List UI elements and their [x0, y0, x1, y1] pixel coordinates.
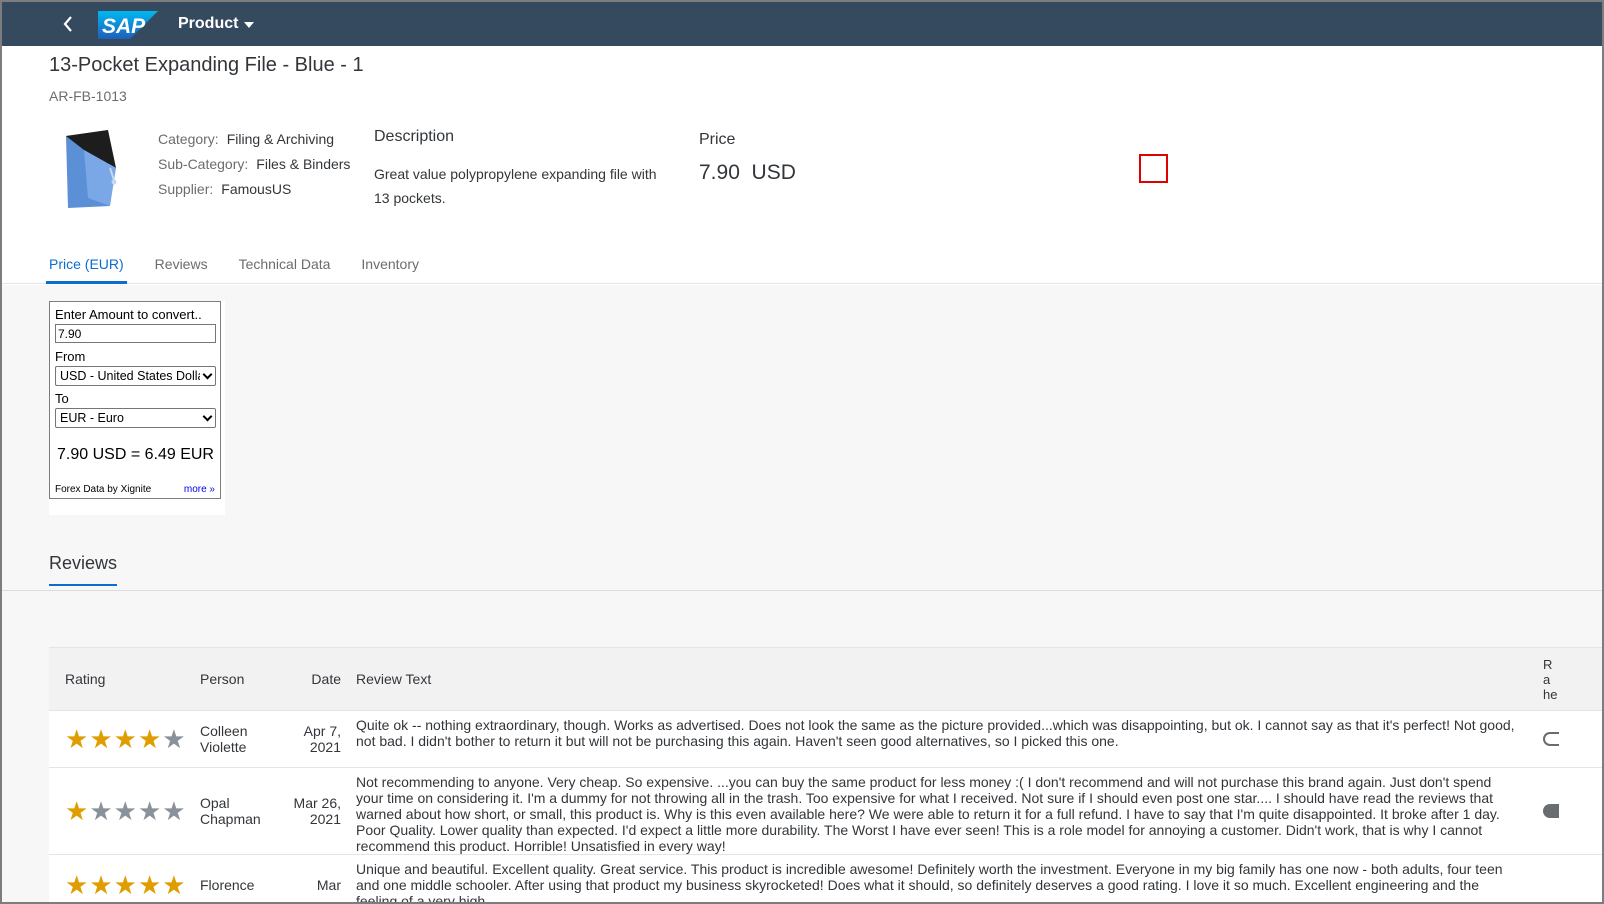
- price-value: 7.90 USD: [699, 161, 796, 184]
- description-block: Description Great value polypropylene ex…: [374, 128, 674, 210]
- price-title: Price: [699, 131, 736, 148]
- currency-converter: Enter Amount to convert.. From USD - Uni…: [49, 301, 221, 499]
- app-frame: SAP Product 13-Pocket Expanding File - B…: [0, 0, 1604, 904]
- product-id: AR-FB-1013: [49, 88, 127, 104]
- description-title: Description: [374, 128, 455, 145]
- helpful-cell: [1529, 768, 1559, 854]
- date-cell: Mar 26, 2021: [293, 795, 341, 827]
- page-title: 13-Pocket Expanding File - Blue - 1: [49, 54, 364, 76]
- product-attributes: Category: Filing & Archiving Sub-Categor…: [158, 131, 350, 206]
- to-label: To: [55, 391, 69, 406]
- reviews-table: Rating Person Date Review Text Ra he ★ ★ ★…: [49, 647, 1602, 904]
- star-empty-icon: ★: [162, 796, 186, 826]
- table-row[interactable]: ★ ★ ★ ★ ★ Florence Mar Unique and beautiful.…: [49, 855, 1602, 904]
- star-filled-icon: ★: [89, 724, 113, 754]
- sap-logo: SAP: [98, 11, 158, 39]
- highlight-box: [1139, 154, 1168, 183]
- chevron-down-icon: [202, 369, 213, 379]
- back-button[interactable]: [48, 2, 88, 46]
- forex-credit: Forex Data by Xignite: [55, 484, 152, 495]
- attr-value: Files & Binders: [256, 156, 351, 172]
- amount-label: Enter Amount to convert..: [55, 307, 202, 322]
- date-cell: Mar: [316, 876, 341, 893]
- star-filled-icon: ★: [137, 724, 162, 754]
- helpful-toggle[interactable]: [1543, 732, 1559, 746]
- star-filled-icon: ★: [65, 796, 89, 826]
- star-empty-icon: ★: [113, 796, 137, 826]
- product-image: [56, 128, 120, 210]
- column-header-rated-helpful[interactable]: Ra he: [1529, 657, 1559, 702]
- tab-price-eur[interactable]: Price (EUR): [46, 250, 127, 284]
- column-header-date[interactable]: Date: [274, 671, 341, 687]
- attr-value: Filing & Archiving: [226, 131, 335, 147]
- converter-footer: Forex Data by Xignite more »: [55, 484, 215, 495]
- attr-label: Sub-Category:: [158, 156, 249, 172]
- column-header-review-text[interactable]: Review Text: [341, 671, 1529, 687]
- chevron-left-icon: [63, 16, 72, 32]
- helpful-cell: [1529, 711, 1559, 767]
- rating-stars: ★ ★ ★ ★ ★: [65, 872, 186, 898]
- table-row[interactable]: ★ ★ ★ ★ ★ Colleen Violette Apr 7, 2021 Quite…: [49, 711, 1602, 768]
- shell-bar: SAP Product: [2, 2, 1602, 46]
- star-filled-icon: ★: [89, 869, 113, 900]
- tab-reviews[interactable]: Reviews: [155, 250, 208, 284]
- attr-category: Category: Filing & Archiving: [158, 131, 350, 156]
- star-empty-icon: ★: [162, 724, 186, 754]
- reviews-section-title[interactable]: Reviews: [49, 553, 118, 586]
- reviews-section-header: Reviews: [2, 535, 1602, 591]
- attr-label: Supplier:: [158, 181, 214, 197]
- star-empty-icon: ★: [89, 796, 113, 826]
- tab-inventory[interactable]: Inventory: [361, 250, 419, 284]
- conversion-result: 7.90 USD = 6.49 EUR: [57, 446, 214, 463]
- content-area: Enter Amount to convert.. From USD - Uni…: [2, 285, 1602, 902]
- description-text: Great value polypropylene expanding file…: [374, 166, 657, 206]
- tab-technical-data[interactable]: Technical Data: [239, 250, 331, 284]
- star-filled-icon: ★: [137, 869, 162, 900]
- from-label: From: [55, 349, 86, 364]
- star-filled-icon: ★: [113, 869, 137, 900]
- amount-input[interactable]: [55, 324, 216, 343]
- person-cell: Florence: [200, 876, 255, 893]
- review-text-cell: Not recommending to anyone. Very cheap. …: [356, 774, 1500, 854]
- chevron-down-icon: [202, 411, 213, 421]
- app-title-label: Product: [178, 15, 239, 32]
- rating-stars: ★ ★ ★ ★ ★: [65, 798, 186, 824]
- star-filled-icon: ★: [162, 869, 186, 900]
- attr-value: FamousUS: [221, 181, 292, 197]
- person-cell: Colleen Violette: [200, 723, 248, 755]
- tab-bar: Price (EUR) Reviews Technical Data Inven…: [46, 250, 450, 284]
- sap-logo-text: SAP: [102, 15, 146, 38]
- app-title-menu[interactable]: Product: [178, 15, 255, 33]
- person-cell: Opal Chapman: [200, 795, 261, 827]
- rating-cell: ★ ★ ★ ★ ★: [49, 768, 186, 854]
- review-text-cell: Unique and beautiful. Excellent quality.…: [356, 861, 1503, 904]
- rating-cell: ★ ★ ★ ★ ★: [49, 711, 186, 767]
- helpful-toggle[interactable]: [1543, 804, 1559, 818]
- table-row[interactable]: ★ ★ ★ ★ ★ Opal Chapman Mar 26, 2021 Not reco…: [49, 768, 1602, 855]
- table-header: Rating Person Date Review Text Ra he: [49, 648, 1602, 711]
- caret-down-icon: [244, 22, 255, 28]
- more-link[interactable]: more »: [184, 484, 215, 495]
- star-filled-icon: ★: [65, 869, 89, 900]
- helpful-cell: [1529, 855, 1559, 902]
- star-filled-icon: ★: [113, 724, 137, 754]
- rating-cell: ★ ★ ★ ★ ★: [49, 855, 186, 902]
- star-empty-icon: ★: [137, 796, 162, 826]
- star-filled-icon: ★: [65, 724, 89, 754]
- date-cell: Apr 7, 2021: [303, 723, 341, 755]
- column-header-rating[interactable]: Rating: [49, 671, 184, 687]
- attr-supplier: Supplier: FamousUS: [158, 181, 350, 206]
- attr-subcategory: Sub-Category: Files & Binders: [158, 156, 350, 181]
- to-currency-select[interactable]: EUR - Euro: [55, 408, 216, 428]
- object-header: 13-Pocket Expanding File - Blue - 1 AR-F…: [2, 46, 1602, 284]
- attr-label: Category:: [158, 131, 219, 147]
- from-currency-select[interactable]: USD - United States Dollar: [55, 366, 216, 386]
- column-header-person[interactable]: Person: [184, 671, 274, 687]
- from-currency-value: USD - United States Dollar: [60, 369, 200, 383]
- rating-stars: ★ ★ ★ ★ ★: [65, 726, 186, 752]
- currency-converter-wrapper: Enter Amount to convert.. From USD - Uni…: [49, 301, 225, 515]
- price-block: Price 7.90 USD: [699, 131, 796, 185]
- review-text-cell: Quite ok -- nothing extraordinary, thoug…: [356, 717, 1515, 749]
- to-currency-value: EUR - Euro: [60, 411, 124, 425]
